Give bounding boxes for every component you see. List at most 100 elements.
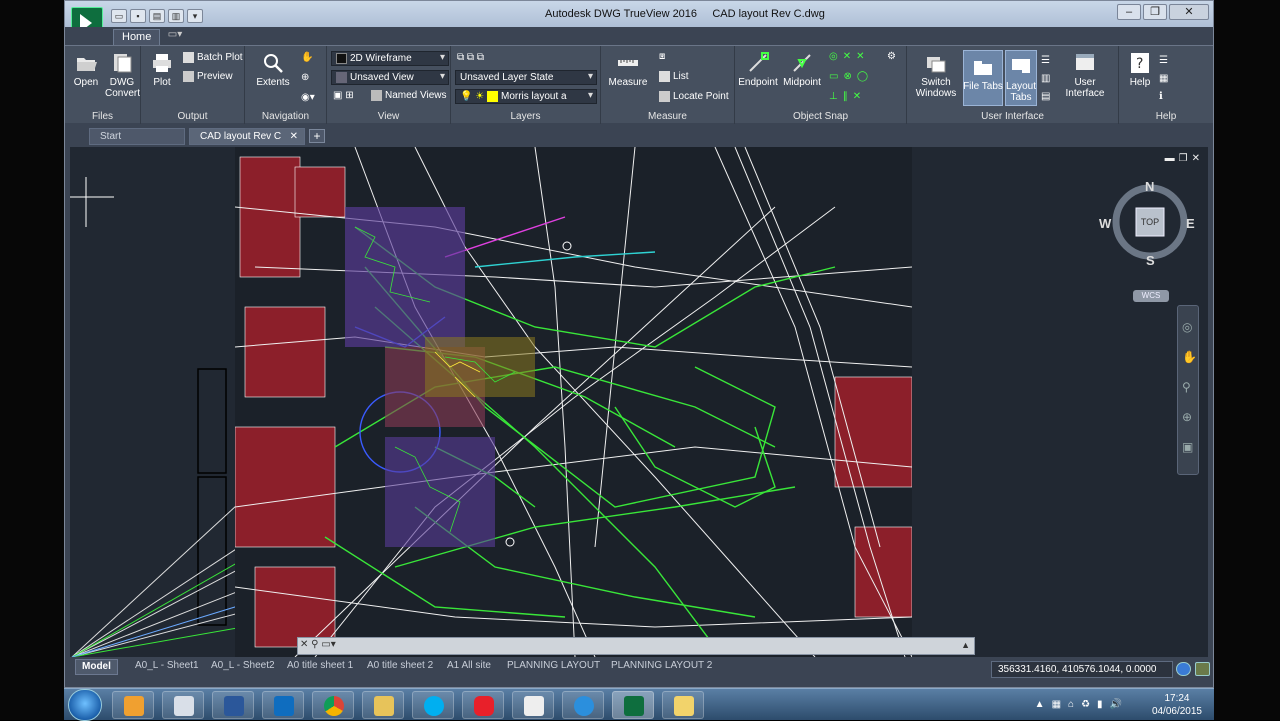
layout-tab-a0-sheet2[interactable]: A0_L - Sheet2 xyxy=(205,659,281,675)
plot-button[interactable]: Plot xyxy=(147,52,177,88)
batch-plot-button[interactable]: Batch Plot xyxy=(183,52,243,63)
taskbar-calculator[interactable] xyxy=(162,691,204,719)
layout-tabs-button[interactable]: Layout Tabs xyxy=(1005,56,1037,103)
taskbar-explorer[interactable] xyxy=(362,691,404,719)
layout-tab-a0-title-1[interactable]: A0 title sheet 1 xyxy=(281,659,359,675)
pan-tool-icon[interactable]: ✋ xyxy=(1182,350,1197,364)
taskbar-word[interactable] xyxy=(212,691,254,719)
list-button[interactable]: List xyxy=(659,71,689,82)
tray-network-icon[interactable]: ▦ xyxy=(1052,699,1061,710)
layout-tab-model[interactable]: Model xyxy=(75,659,118,675)
open-button[interactable]: Open xyxy=(71,52,101,88)
compass-north[interactable]: N xyxy=(1145,179,1154,194)
layout-tab-a1-all-site[interactable]: A1 All site xyxy=(441,659,497,675)
zoom-tool-icon[interactable]: ⚲ xyxy=(1182,380,1191,394)
file-tabs-button[interactable]: File Tabs xyxy=(963,56,1003,92)
taskbar-document[interactable] xyxy=(512,691,554,719)
viewcube-top-face[interactable]: TOP xyxy=(1137,217,1163,227)
measure-button[interactable]: Measure xyxy=(607,52,649,88)
midpoint-snap-button[interactable]: Midpoint xyxy=(781,52,823,88)
layout-tab-planning-layout-2[interactable]: PLANNING LAYOUT 2 xyxy=(605,659,718,675)
compass-south[interactable]: S xyxy=(1146,253,1155,268)
snap-tools-row-2[interactable]: ▭⊗◯ xyxy=(829,71,873,82)
taskbar-chrome[interactable] xyxy=(312,691,354,719)
layer-dropdown[interactable]: 💡 ☀ Morris layout a xyxy=(455,89,597,104)
visual-style-dropdown[interactable]: 2D Wireframe xyxy=(331,51,449,66)
tab-home[interactable]: Home xyxy=(113,29,161,45)
tile-windows-icons[interactable]: ☰ ▥ ▤ xyxy=(1041,52,1050,106)
user-interface-button[interactable]: User Interface xyxy=(1059,52,1111,99)
taskbar-red-app[interactable] xyxy=(462,691,504,719)
tab-close-icon[interactable]: ✕ xyxy=(290,131,298,142)
layers-panel-label: Layers xyxy=(510,111,541,122)
qat-menu-icon[interactable]: ▾ xyxy=(187,9,203,23)
taskbar-outlook[interactable] xyxy=(262,691,304,719)
taskbar-help[interactable] xyxy=(662,691,704,719)
snap-settings-icon[interactable]: ⚙ xyxy=(887,51,896,62)
saved-view-dropdown[interactable]: Unsaved View xyxy=(331,70,449,85)
print-icon[interactable]: ▥ xyxy=(168,9,184,23)
steering-wheel-icon[interactable]: ◉▾ xyxy=(301,92,315,103)
wcs-menu[interactable]: WCS xyxy=(1133,290,1169,302)
tray-sync-icon[interactable]: ♻ xyxy=(1081,699,1090,710)
taskbar-skype[interactable] xyxy=(412,691,454,719)
id-point-icon[interactable]: ⧆ xyxy=(659,51,665,62)
snap-tools-row-3[interactable]: ⊥∥✕ xyxy=(829,91,866,102)
compass-east[interactable]: E xyxy=(1186,216,1195,231)
pan-icon[interactable]: ✋ xyxy=(301,52,313,63)
settings-icon[interactable] xyxy=(1195,662,1210,676)
layout-tabs-label-2: Tabs xyxy=(1010,92,1032,103)
tab-start[interactable]: Start xyxy=(89,128,185,145)
red-app-icon xyxy=(474,696,494,716)
command-history-icon[interactable]: ▲ xyxy=(961,640,970,650)
layer-tools-icons[interactable]: ⧉ ⧉ ⧉ xyxy=(457,52,484,63)
dwg-convert-button[interactable]: DWG Convert xyxy=(105,52,140,99)
start-button[interactable] xyxy=(68,689,102,721)
drawing-canvas[interactable]: ▬ ❐ ✕ N S E W TOP WCS ◎ ✋ ⚲ ⊕ ▣ ✕ ⚲ ▭▾ ▲ xyxy=(70,147,1208,657)
locate-point-button[interactable]: Locate Point xyxy=(659,91,729,102)
open-icon[interactable]: ▭ xyxy=(111,9,127,23)
coordinates-readout[interactable]: 356331.4160, 410576.1044, 0.0000 xyxy=(991,661,1173,678)
ribbon-options-icon[interactable]: ▭▾ xyxy=(161,29,189,45)
restore-button[interactable]: ❐ xyxy=(1143,4,1167,20)
minimize-button[interactable]: – xyxy=(1117,4,1141,20)
preview-button[interactable]: Preview xyxy=(183,71,233,82)
taskbar-media-player[interactable] xyxy=(112,691,154,719)
tray-signal-icon[interactable]: ▮ xyxy=(1097,699,1103,710)
tray-app-icon[interactable]: ⌂ xyxy=(1068,699,1074,710)
compass-west[interactable]: W xyxy=(1099,216,1111,231)
save-icon[interactable]: ▪ xyxy=(130,9,146,23)
snap-tools-row-1[interactable]: ◎✕✕ xyxy=(829,51,869,62)
taskbar-dwg-trueview[interactable] xyxy=(612,691,654,719)
viewport-minimize-icon[interactable]: ▬ xyxy=(1165,153,1175,164)
extents-button[interactable]: Extents xyxy=(253,52,293,88)
close-button[interactable]: ✕ xyxy=(1169,4,1209,20)
tray-volume-icon[interactable]: 🔊 xyxy=(1110,699,1122,710)
layout-tab-a0-sheet1[interactable]: A0_L - Sheet1 xyxy=(129,659,205,675)
switch-windows-button[interactable]: Switch Windows xyxy=(911,52,961,99)
command-line[interactable]: ✕ ⚲ ▭▾ ▲ xyxy=(297,637,975,655)
named-views-button[interactable]: Named Views xyxy=(371,90,447,101)
plot-icon[interactable]: ▤ xyxy=(149,9,165,23)
tab-cad-layout[interactable]: CAD layout Rev C ✕ xyxy=(189,128,305,145)
layout-tab-planning-layout[interactable]: PLANNING LAYOUT xyxy=(501,659,606,675)
viewcube[interactable]: N S E W TOP xyxy=(1099,177,1195,268)
help-button[interactable]: ? Help xyxy=(1125,52,1155,88)
command-close-icon[interactable]: ✕ ⚲ ▭▾ xyxy=(300,639,336,650)
workspace-icon[interactable] xyxy=(1176,662,1191,676)
orbit-icon[interactable]: ⊕ xyxy=(301,72,309,83)
steering-wheels-icon[interactable]: ◎ xyxy=(1182,320,1192,334)
viewport-restore-icon[interactable]: ❐ xyxy=(1179,153,1188,164)
taskbar-clock[interactable]: 17:24 04/06/2015 xyxy=(1152,692,1202,718)
layer-state-dropdown[interactable]: Unsaved Layer State xyxy=(455,70,597,85)
endpoint-snap-button[interactable]: Endpoint xyxy=(737,52,779,88)
orbit-tool-icon[interactable]: ⊕ xyxy=(1182,410,1192,424)
viewport-close-icon[interactable]: ✕ xyxy=(1192,153,1200,164)
tray-expand-icon[interactable]: ▲ xyxy=(1035,699,1045,710)
help-tools-icons[interactable]: ☰ ▦ ℹ xyxy=(1159,52,1168,106)
showmotion-icon[interactable]: ▣ xyxy=(1182,440,1193,454)
taskbar-internet-explorer[interactable] xyxy=(562,691,604,719)
new-tab-button[interactable]: + xyxy=(309,129,325,143)
view-manager-icons[interactable]: ▣ ⊞ xyxy=(333,90,354,101)
layout-tab-a0-title-2[interactable]: A0 title sheet 2 xyxy=(361,659,439,675)
